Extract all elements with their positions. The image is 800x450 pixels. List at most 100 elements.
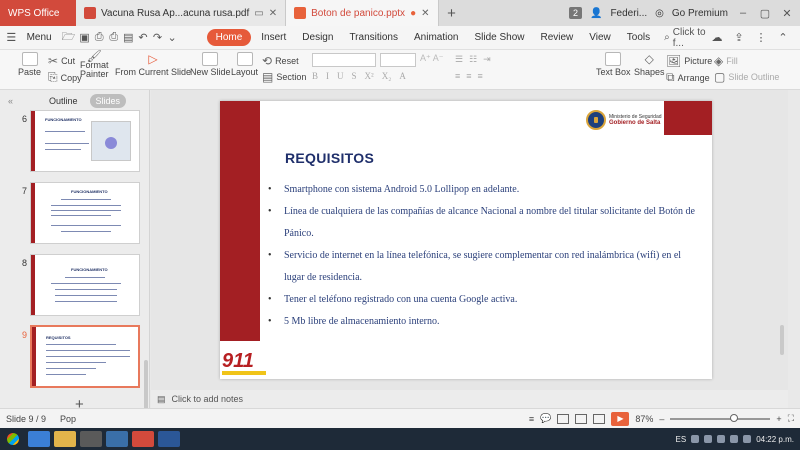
taskbar-word-icon[interactable] (158, 431, 180, 447)
slide-thumbnail-9[interactable]: REQUISITOS (30, 325, 140, 388)
italic-icon[interactable]: I (326, 71, 329, 81)
shapes-button[interactable]: ◇ Shapes (634, 52, 665, 77)
tab-animation[interactable]: Animation (408, 29, 464, 46)
align-center-icon[interactable]: ≡ (466, 71, 471, 81)
slide-thumbnail-7[interactable]: FUNCIONAMIENTO (30, 182, 140, 244)
indent-icon[interactable]: ⇥ (483, 54, 491, 65)
tab-review[interactable]: Review (534, 29, 579, 46)
network-icon[interactable] (730, 435, 739, 443)
go-premium-button[interactable]: Go Premium (672, 8, 728, 19)
print-icon[interactable]: ⎙ (108, 31, 119, 45)
from-current-slide-button[interactable]: ▷ From Current Slide (115, 52, 191, 77)
tab-transitions[interactable]: Transitions (343, 29, 404, 46)
underline-icon[interactable]: U (337, 71, 344, 81)
more-icon[interactable]: ⋮ (754, 31, 768, 45)
align-left-icon[interactable]: ≡ (455, 71, 460, 81)
dropdown-icon[interactable]: ⌄ (167, 31, 178, 45)
format-painter-button[interactable]: 🖌 Format Painter (80, 50, 109, 79)
canvas-scrollbar[interactable] (778, 95, 786, 385)
zoom-in-icon[interactable]: + (776, 414, 781, 424)
open-folder-icon[interactable]: 🗁 (62, 31, 76, 45)
copy-button[interactable]: ⎘ Copy (48, 70, 82, 85)
user-avatar-icon[interactable]: 👤 (590, 8, 602, 19)
slide-9[interactable]: Ministerio de Seguridad Gobierno de Salt… (220, 101, 712, 379)
share-icon[interactable]: ⇪ (732, 31, 746, 45)
user-name[interactable]: Federi... (610, 8, 647, 19)
fit-window-icon[interactable]: ⛶ (788, 413, 794, 424)
taskbar-ie-icon[interactable] (28, 431, 50, 447)
font-color-icon[interactable]: A (399, 71, 406, 81)
align-buttons[interactable]: ≡ ≡ ≡ (455, 71, 483, 81)
hamburger-menu-icon[interactable]: ☰ (6, 31, 17, 45)
close-icon[interactable]: ✕ (269, 8, 277, 19)
taskbar-explorer-icon[interactable] (54, 431, 76, 447)
language-indicator[interactable]: ES (676, 435, 687, 444)
subscript-icon[interactable]: X₂ (382, 71, 392, 81)
tab-design[interactable]: Design (296, 29, 339, 46)
tab-home[interactable]: Home (206, 29, 252, 46)
minimize-button[interactable]: – (736, 7, 750, 19)
preview-icon[interactable]: ▤ (123, 31, 134, 45)
arrange-button[interactable]: ⧉ Arrange (666, 70, 710, 85)
redo-icon[interactable]: ↷ (152, 31, 163, 45)
taskbar-wps-icon[interactable] (132, 431, 154, 447)
strikethrough-icon[interactable]: S (352, 71, 357, 81)
clock[interactable]: 04:22 p.m. (756, 435, 794, 444)
play-slideshow-button[interactable]: ▶ (611, 411, 630, 426)
numbering-icon[interactable]: ☷ (469, 54, 477, 65)
slide-thumbnail-6[interactable]: FUNCIONAMIENTO (30, 110, 140, 172)
collapse-pane-icon[interactable]: « (8, 96, 13, 106)
tab-tools[interactable]: Tools (621, 29, 656, 46)
tray-icon[interactable] (691, 435, 700, 443)
reading-view-icon[interactable] (593, 413, 606, 424)
reset-button[interactable]: ⟲ Reset (262, 54, 299, 68)
tab-insert[interactable]: Insert (255, 29, 292, 46)
collapse-ribbon-icon[interactable]: ⌃ (776, 31, 790, 45)
new-slide-button[interactable]: New Slide (190, 52, 231, 77)
volume-icon[interactable] (743, 435, 752, 443)
cut-button[interactable]: ✂ Cut (48, 54, 75, 68)
save-icon[interactable]: ▣ (79, 31, 90, 45)
window-count-badge[interactable]: 2 (568, 7, 582, 19)
section-button[interactable]: ▤ Section (262, 70, 306, 84)
notes-toggle-icon[interactable]: ≡ (529, 414, 534, 424)
notes-area[interactable]: ▤ Click to add notes (151, 390, 788, 408)
tray-icon[interactable] (704, 435, 713, 443)
font-format-buttons[interactable]: B I U S X² X₂ A (312, 71, 406, 81)
export-pdf-icon[interactable]: ⎙ (94, 31, 105, 45)
slide-thumbnail-8[interactable]: FUNCIONAMIENTO (30, 254, 140, 316)
tray-icon[interactable] (717, 435, 726, 443)
tab-slide-show[interactable]: Slide Show (468, 29, 530, 46)
paragraph-buttons[interactable]: ☰ ☷ ⇥ (455, 54, 491, 65)
font-family-select[interactable] (312, 53, 376, 67)
superscript-icon[interactable]: X² (365, 71, 374, 81)
zoom-out-icon[interactable]: – (659, 414, 664, 424)
taskbar-app-icon[interactable] (106, 431, 128, 447)
tab-outline[interactable]: Outline (43, 94, 84, 108)
fill-button[interactable]: ◈ Fill (714, 54, 738, 68)
bullets-icon[interactable]: ☰ (455, 54, 463, 65)
paste-button[interactable]: Paste (18, 52, 41, 77)
tab-view[interactable]: View (583, 29, 617, 46)
text-box-button[interactable]: Text Box (596, 52, 631, 77)
slide-title[interactable]: REQUISITOS (285, 150, 374, 166)
zoom-level[interactable]: 87% (635, 414, 653, 424)
theme-name[interactable]: Pop (60, 414, 76, 424)
menu-button[interactable]: Menu (21, 29, 58, 46)
close-window-button[interactable]: ✕ (780, 7, 794, 20)
cloud-sync-icon[interactable]: ☁ (710, 31, 724, 45)
tab-pdf-document[interactable]: Vacuna Rusa Ap...acuna rusa.pdf ▭ ✕ (76, 0, 287, 26)
bold-icon[interactable]: B (312, 71, 318, 81)
zoom-slider[interactable] (670, 413, 771, 422)
start-button[interactable] (0, 428, 26, 450)
slide-bullet-list[interactable]: Smartphone con sistema Android 5.0 Lolli… (268, 179, 698, 333)
taskbar-media-icon[interactable] (80, 431, 102, 447)
new-tab-button[interactable]: + (439, 0, 465, 26)
tab-wps-office[interactable]: WPS Office (0, 0, 76, 26)
maximize-button[interactable]: ▢ (758, 7, 772, 20)
font-grow-shrink[interactable]: A⁺ A⁻ (420, 53, 444, 64)
sorter-view-icon[interactable] (575, 413, 588, 424)
font-size-select[interactable] (380, 53, 416, 67)
comment-icon[interactable]: 💬 (540, 413, 551, 424)
undo-icon[interactable]: ↶ (138, 31, 149, 45)
